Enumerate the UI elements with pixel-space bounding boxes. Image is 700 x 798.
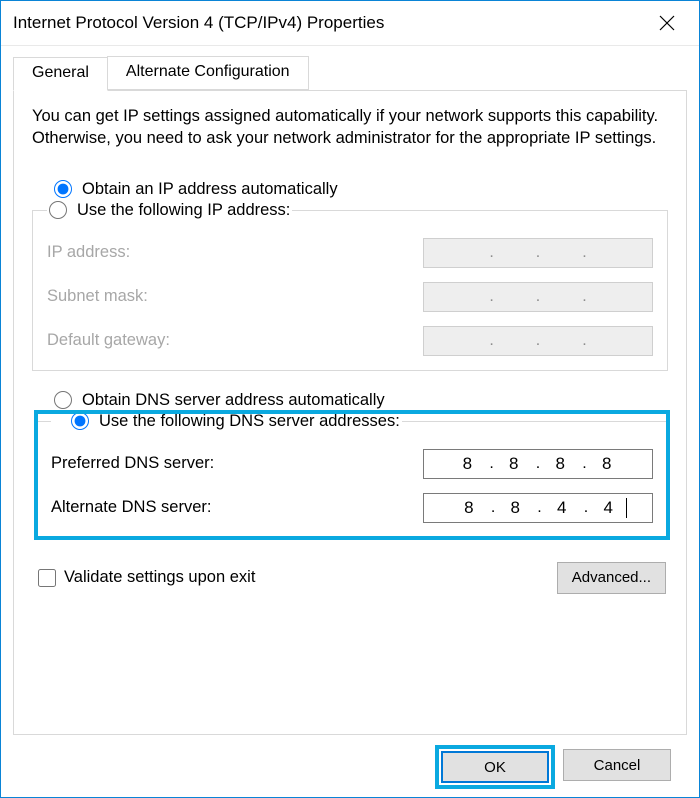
alternate-dns-row: Alternate DNS server: 8. 8. 4. 4 xyxy=(51,493,653,523)
radio-dns-manual-label: Use the following DNS server addresses: xyxy=(99,412,400,431)
bottom-row: Validate settings upon exit Advanced... xyxy=(32,562,668,594)
text-caret xyxy=(626,498,627,518)
preferred-dns-input[interactable]: 8. 8. 8. 8 xyxy=(423,449,653,479)
default-gateway-label: Default gateway: xyxy=(47,331,170,350)
radio-ip-manual-row[interactable]: Use the following IP address: xyxy=(49,201,290,220)
ok-button-highlight: OK xyxy=(439,749,551,785)
radio-ip-auto[interactable] xyxy=(54,180,72,198)
window-title: Internet Protocol Version 4 (TCP/IPv4) P… xyxy=(13,13,645,33)
radio-dns-manual[interactable] xyxy=(71,412,89,430)
ok-button[interactable]: OK xyxy=(441,751,549,783)
tab-alternate-configuration[interactable]: Alternate Configuration xyxy=(107,56,309,90)
ip-address-row: IP address: ... xyxy=(47,238,653,268)
subnet-mask-input: ... xyxy=(423,282,653,312)
dns-manual-group: Use the following DNS server addresses: … xyxy=(36,412,668,538)
preferred-dns-row: Preferred DNS server: 8. 8. 8. 8 xyxy=(51,449,653,479)
validate-checkbox-row[interactable]: Validate settings upon exit xyxy=(38,568,255,587)
dialog-buttons: OK Cancel xyxy=(13,735,687,785)
radio-ip-auto-label: Obtain an IP address automatically xyxy=(82,180,338,199)
preferred-dns-label: Preferred DNS server: xyxy=(51,454,214,473)
alternate-dns-label: Alternate DNS server: xyxy=(51,498,211,517)
radio-ip-manual-label: Use the following IP address: xyxy=(77,201,290,220)
default-gateway-input: ... xyxy=(423,326,653,356)
ip-manual-group: Use the following IP address: IP address… xyxy=(32,201,668,371)
radio-ip-manual[interactable] xyxy=(49,201,67,219)
alternate-dns-input[interactable]: 8. 8. 4. 4 xyxy=(423,493,653,523)
radio-dns-auto-row[interactable]: Obtain DNS server address automatically xyxy=(54,389,668,412)
radio-dns-auto-label: Obtain DNS server address automatically xyxy=(82,391,385,410)
tabstrip: General Alternate Configuration xyxy=(13,56,687,90)
tabpage-general: You can get IP settings assigned automat… xyxy=(13,90,687,735)
validate-checkbox-label: Validate settings upon exit xyxy=(64,568,255,587)
titlebar: Internet Protocol Version 4 (TCP/IPv4) P… xyxy=(1,1,699,46)
ip-address-label: IP address: xyxy=(47,243,130,262)
close-icon xyxy=(659,15,675,31)
ipv4-properties-window: Internet Protocol Version 4 (TCP/IPv4) P… xyxy=(0,0,700,798)
client-area: General Alternate Configuration You can … xyxy=(1,46,699,797)
advanced-button[interactable]: Advanced... xyxy=(557,562,666,594)
radio-ip-auto-row[interactable]: Obtain an IP address automatically xyxy=(54,178,668,201)
radio-dns-auto[interactable] xyxy=(54,391,72,409)
cancel-button[interactable]: Cancel xyxy=(563,749,671,781)
validate-checkbox[interactable] xyxy=(38,569,56,587)
close-button[interactable] xyxy=(645,1,689,45)
subnet-mask-row: Subnet mask: ... xyxy=(47,282,653,312)
ip-address-input: ... xyxy=(423,238,653,268)
default-gateway-row: Default gateway: ... xyxy=(47,326,653,356)
radio-dns-manual-row[interactable]: Use the following DNS server addresses: xyxy=(71,412,400,431)
description-text: You can get IP settings assigned automat… xyxy=(32,105,668,150)
tab-general[interactable]: General xyxy=(13,57,108,91)
subnet-mask-label: Subnet mask: xyxy=(47,287,148,306)
